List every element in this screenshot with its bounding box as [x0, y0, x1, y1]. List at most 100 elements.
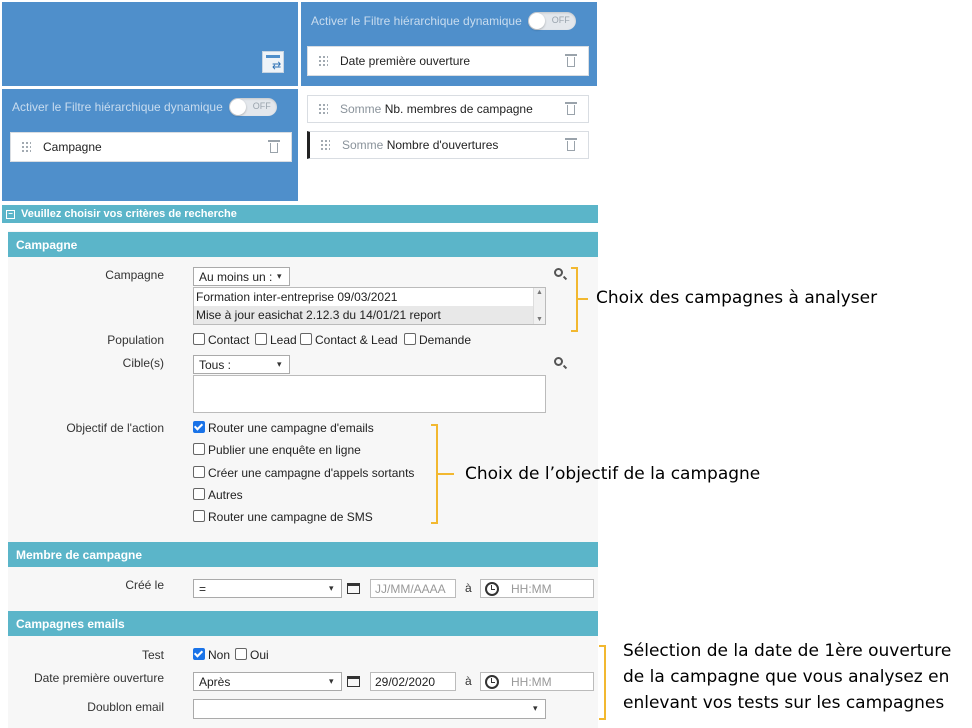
date-ouverture-operator[interactable]: Après ▾ — [193, 672, 342, 691]
chevron-down-icon: ▾ — [329, 583, 334, 593]
clock-icon[interactable] — [485, 674, 499, 689]
cree-le-date[interactable]: JJ/MM/AAAA — [370, 579, 456, 598]
population-demande[interactable]: Demande — [404, 333, 471, 347]
checkbox[interactable] — [404, 333, 416, 345]
drag-handle-icon[interactable] — [21, 141, 31, 153]
checkbox[interactable] — [193, 466, 205, 478]
drag-handle-icon[interactable] — [318, 103, 328, 115]
checkbox-label: Créer une campagne d'appels sortants — [208, 466, 415, 480]
campagne-mode-select[interactable]: Au moins un : ▾ — [193, 267, 290, 286]
calendar-icon[interactable] — [347, 581, 363, 595]
hierarchy-toggle[interactable]: OFF — [228, 98, 277, 116]
search-icon[interactable] — [554, 357, 563, 366]
checkbox-label: Oui — [250, 648, 269, 662]
doublon-label: Doublon email — [87, 700, 164, 714]
checkbox[interactable] — [193, 510, 205, 522]
cree-le-label: Créé le — [125, 578, 164, 592]
date-ouverture-date[interactable]: 29/02/2020 — [370, 672, 456, 691]
criteria-header[interactable]: − Veuillez choisir vos critères de reche… — [2, 205, 598, 223]
checkbox-label: Router une campagne d'emails — [208, 421, 374, 435]
chevron-down-icon: ▾ — [329, 676, 334, 686]
checkbox[interactable] — [193, 488, 205, 500]
a-label: à — [465, 581, 472, 595]
test-oui[interactable]: Oui — [235, 648, 269, 662]
placeholder: HH:MM — [511, 581, 552, 596]
chevron-down-icon: ▾ — [277, 271, 282, 281]
list-option[interactable]: Formation inter-entreprise 09/03/2021 — [194, 288, 545, 306]
checkbox-label: Lead — [270, 333, 297, 347]
checkbox[interactable] — [193, 333, 205, 345]
annotation-date-line3: enlevant vos tests sur les campagnes — [623, 693, 945, 713]
checkbox-label: Publier une enquête en ligne — [208, 443, 361, 457]
measure-label: Nombre d'ouvertures — [386, 138, 499, 152]
objectif-autres[interactable]: Autres — [193, 488, 243, 502]
toggle-knob — [229, 99, 246, 115]
toggle-state: OFF — [252, 101, 271, 111]
swap-icon[interactable]: ⇄ — [262, 51, 284, 73]
checkbox[interactable] — [193, 648, 205, 660]
trash-icon[interactable] — [267, 140, 281, 154]
checkbox[interactable] — [193, 443, 205, 455]
doublon-select[interactable]: ▾ — [193, 699, 546, 719]
clock-icon[interactable] — [485, 581, 499, 596]
trash-icon[interactable] — [564, 54, 578, 68]
measure-label: Nb. membres de campagne — [384, 102, 533, 116]
search-icon[interactable] — [554, 268, 563, 277]
drag-handle-icon[interactable] — [320, 139, 330, 151]
checkbox-label: Autres — [208, 488, 243, 502]
measure-nb-membres[interactable]: Somme Nb. membres de campagne — [307, 95, 589, 123]
measure-nombre-ouvertures[interactable]: Somme Nombre d'ouvertures — [307, 131, 589, 159]
top-right-toggle-row: Activer le Filtre hiérarchique dynamique… — [311, 12, 576, 30]
trash-icon[interactable] — [564, 138, 578, 152]
objectif-appels[interactable]: Créer une campagne d'appels sortants — [193, 466, 414, 480]
time-picker[interactable]: HH:MM — [480, 672, 594, 691]
checkbox-label: Contact — [208, 333, 250, 347]
objectif-sms[interactable]: Router une campagne de SMS — [193, 510, 373, 524]
section-title: Campagne — [16, 237, 78, 252]
objectif-emails[interactable]: Router une campagne d'emails — [193, 421, 374, 435]
trash-icon[interactable] — [564, 102, 578, 116]
campagne-label: Campagne — [105, 268, 164, 282]
date-value: 29/02/2020 — [375, 674, 436, 689]
left-toggle-row: Activer le Filtre hiérarchique dynamique… — [12, 98, 277, 116]
chip-date-premiere-ouverture[interactable]: Date première ouverture — [307, 46, 589, 76]
annotation-campagnes: Choix des campagnes à analyser — [596, 288, 878, 308]
select-value: Tous : — [199, 357, 232, 372]
toggle-label: Activer le Filtre hiérarchique dynamique — [311, 14, 522, 28]
criteria-header-label: Veuillez choisir vos critères de recherc… — [21, 208, 237, 220]
drag-handle-icon[interactable] — [318, 55, 328, 67]
checkbox[interactable] — [255, 333, 267, 345]
checkbox[interactable] — [235, 648, 247, 660]
select-value: Après — [199, 674, 231, 689]
a-label: à — [465, 674, 472, 688]
measure-prefix: Somme — [340, 102, 382, 116]
chip-campagne[interactable]: Campagne — [10, 132, 292, 162]
population-lead[interactable]: Lead — [255, 333, 297, 347]
select-value: = — [199, 581, 207, 596]
cree-le-operator[interactable]: = ▾ — [193, 579, 342, 598]
section-emails: Campagnes emails — [8, 611, 598, 636]
chip-label: Campagne — [43, 140, 102, 154]
objectif-enquete[interactable]: Publier une enquête en ligne — [193, 443, 361, 457]
checkbox[interactable] — [300, 333, 312, 345]
test-non[interactable]: Non — [193, 648, 230, 662]
hierarchy-toggle[interactable]: OFF — [527, 12, 576, 30]
measure-prefix: Somme — [342, 138, 384, 152]
chip-label: Date première ouverture — [340, 54, 471, 68]
calendar-icon[interactable] — [347, 674, 363, 688]
scrollbar[interactable]: ▲ ▼ — [533, 288, 545, 324]
population-label: Population — [107, 333, 164, 347]
collapse-icon[interactable]: − — [6, 209, 15, 219]
list-option[interactable]: Mise à jour easichat 2.12.3 du 14/01/21 … — [194, 306, 545, 324]
annotation-objectif: Choix de l’objectif de la campagne — [465, 464, 761, 484]
population-contact-lead[interactable]: Contact & Lead — [300, 333, 398, 347]
time-picker[interactable]: HH:MM — [480, 579, 594, 598]
checkbox[interactable] — [193, 421, 205, 433]
annotation-date-line1: Sélection de la date de 1ère ouverture — [623, 641, 952, 661]
campagne-listbox[interactable]: Formation inter-entreprise 09/03/2021 Mi… — [193, 287, 546, 325]
placeholder: HH:MM — [511, 674, 552, 689]
cibles-select[interactable]: Tous : ▾ — [193, 355, 290, 374]
cibles-listbox[interactable] — [193, 375, 546, 413]
population-contact[interactable]: Contact — [193, 333, 249, 347]
toggle-knob — [528, 13, 545, 29]
